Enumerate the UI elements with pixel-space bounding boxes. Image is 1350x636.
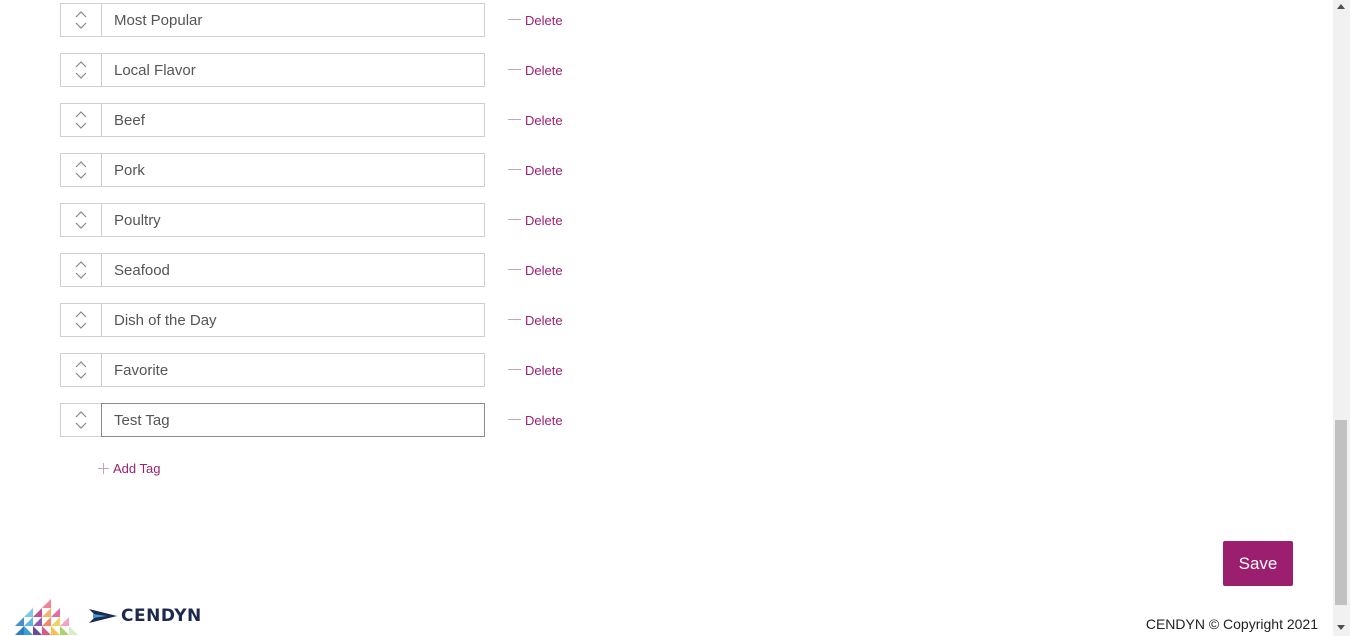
plus-icon	[98, 463, 109, 474]
delete-label: Delete	[525, 412, 563, 428]
mosaic-logo-icon	[15, 599, 78, 635]
add-tag-label: Add Tag	[113, 461, 161, 476]
tag-row: Delete	[60, 253, 580, 287]
tag-name-input[interactable]	[101, 3, 485, 37]
tag-row: Delete	[60, 103, 580, 137]
delete-label: Delete	[525, 362, 563, 378]
delete-tag-button[interactable]: Delete	[508, 203, 563, 237]
delete-label: Delete	[525, 112, 563, 128]
delete-tag-button[interactable]: Delete	[508, 53, 563, 87]
tag-name-input[interactable]	[101, 153, 485, 187]
tag-row: Delete	[60, 3, 580, 37]
vertical-scrollbar[interactable]	[1333, 0, 1350, 636]
minus-icon	[508, 218, 521, 220]
tag-name-input[interactable]	[101, 53, 485, 87]
minus-icon	[508, 18, 521, 20]
reorder-handle-icon	[75, 411, 87, 429]
add-tag-button[interactable]: Add Tag	[98, 461, 160, 476]
delete-tag-button[interactable]: Delete	[508, 153, 563, 187]
delete-tag-button[interactable]: Delete	[508, 253, 563, 287]
tag-name-input[interactable]	[101, 353, 485, 387]
reorder-handle[interactable]	[60, 103, 102, 137]
reorder-handle-icon	[75, 311, 87, 329]
minus-icon	[508, 118, 521, 120]
cendyn-arrow-icon	[89, 609, 117, 623]
tag-row: Delete	[60, 303, 580, 337]
reorder-handle[interactable]	[60, 203, 102, 237]
reorder-handle-icon	[75, 11, 87, 29]
scroll-down-arrow-icon[interactable]	[1337, 625, 1345, 630]
delete-label: Delete	[525, 312, 563, 328]
tag-name-input[interactable]	[101, 303, 485, 337]
scroll-thumb[interactable]	[1335, 420, 1347, 605]
reorder-handle[interactable]	[60, 153, 102, 187]
reorder-handle-icon	[75, 261, 87, 279]
tag-row: Delete	[60, 403, 580, 437]
delete-tag-button[interactable]: Delete	[508, 403, 563, 437]
brand-name: CENDYN	[121, 606, 202, 626]
minus-icon	[508, 168, 521, 170]
delete-label: Delete	[525, 12, 563, 28]
scroll-up-arrow-icon[interactable]	[1337, 4, 1345, 9]
tag-row: Delete	[60, 153, 580, 187]
reorder-handle[interactable]	[60, 353, 102, 387]
reorder-handle-icon	[75, 361, 87, 379]
tag-row: Delete	[60, 53, 580, 87]
reorder-handle[interactable]	[60, 3, 102, 37]
minus-icon	[508, 368, 521, 370]
tag-name-input[interactable]	[101, 253, 485, 287]
delete-tag-button[interactable]: Delete	[508, 3, 563, 37]
reorder-handle[interactable]	[60, 403, 102, 437]
delete-label: Delete	[525, 62, 563, 78]
minus-icon	[508, 418, 521, 420]
delete-tag-button[interactable]: Delete	[508, 353, 563, 387]
delete-label: Delete	[525, 212, 563, 228]
tag-name-input[interactable]	[101, 403, 485, 437]
delete-label: Delete	[525, 162, 563, 178]
minus-icon	[508, 268, 521, 270]
tag-name-input[interactable]	[101, 103, 485, 137]
reorder-handle[interactable]	[60, 303, 102, 337]
reorder-handle-icon	[75, 111, 87, 129]
cendyn-logo: CENDYN	[15, 597, 202, 635]
delete-label: Delete	[525, 262, 563, 278]
delete-tag-button[interactable]: Delete	[508, 103, 563, 137]
reorder-handle[interactable]	[60, 53, 102, 87]
delete-tag-button[interactable]: Delete	[508, 303, 563, 337]
save-button[interactable]: Save	[1223, 541, 1293, 586]
tag-row: Delete	[60, 203, 580, 237]
tag-name-input[interactable]	[101, 203, 485, 237]
minus-icon	[508, 68, 521, 70]
reorder-handle-icon	[75, 211, 87, 229]
reorder-handle-icon	[75, 161, 87, 179]
reorder-handle[interactable]	[60, 253, 102, 287]
minus-icon	[508, 318, 521, 320]
reorder-handle-icon	[75, 61, 87, 79]
tag-row: Delete	[60, 353, 580, 387]
copyright-text: CENDYN © Copyright 2021	[1145, 616, 1318, 632]
